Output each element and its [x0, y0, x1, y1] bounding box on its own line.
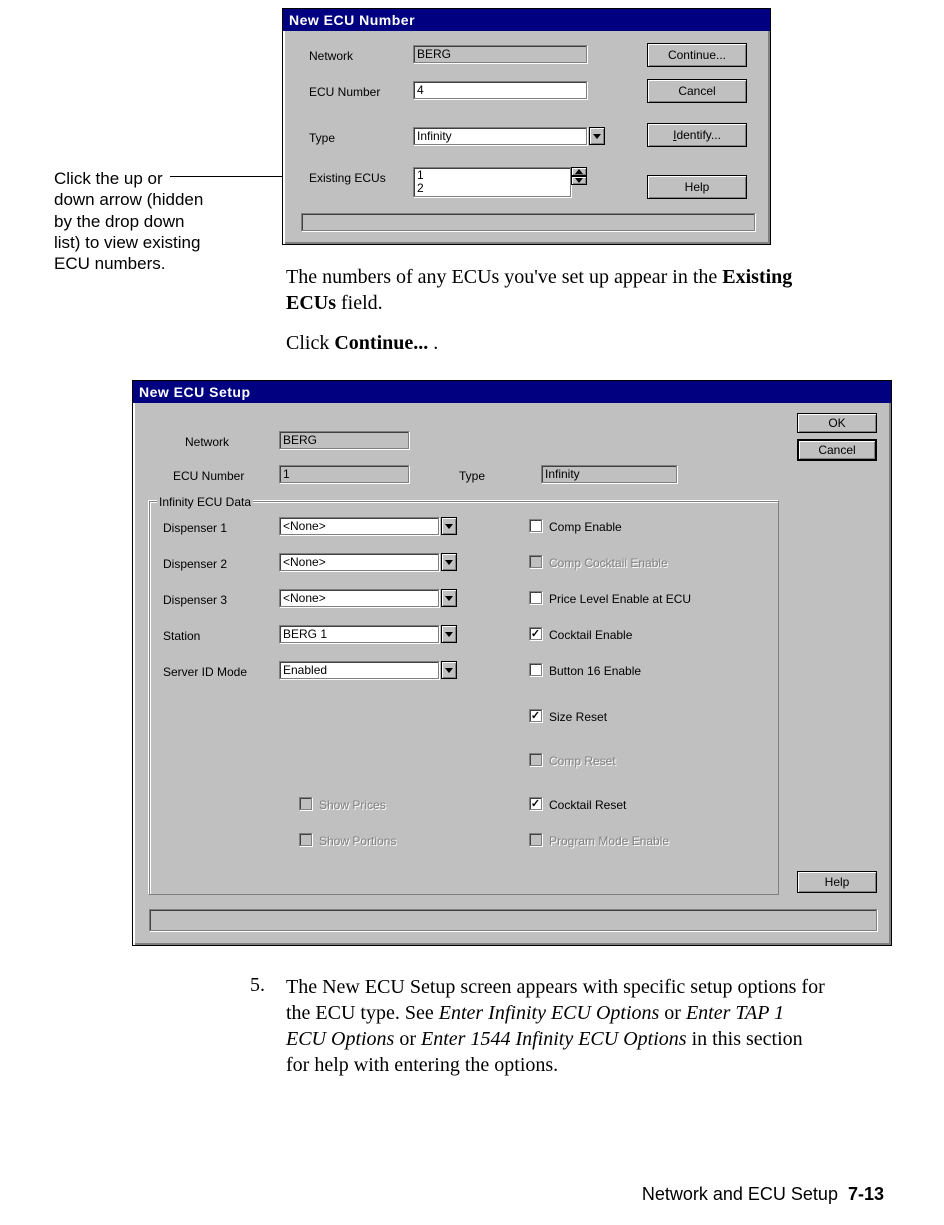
dispenser1-label: Dispenser 1 — [163, 521, 227, 535]
price-level-enable-checkbox[interactable] — [529, 591, 542, 604]
chevron-down-icon — [445, 668, 453, 673]
status-bar — [301, 213, 755, 231]
text: or — [659, 1002, 686, 1024]
ok-button[interactable]: OK — [797, 413, 877, 433]
network-label: Network — [185, 435, 229, 449]
text: The numbers of any ECUs you've set up ap… — [286, 266, 722, 288]
cancel-button[interactable]: Cancel — [797, 439, 877, 461]
show-prices-label: Show Prices — [319, 798, 386, 812]
type-label: Type — [459, 469, 485, 483]
price-level-enable-label: Price Level Enable at ECU — [549, 592, 691, 606]
comp-reset-label: Comp Reset — [549, 754, 616, 768]
group-label: Infinity ECU Data — [157, 495, 253, 509]
new-ecu-number-dialog: New ECU Number Network BERG ECU Number 4… — [282, 8, 771, 245]
body-paragraph: Click Continue... . — [286, 330, 806, 356]
type-label: Type — [309, 131, 335, 145]
cocktail-reset-checkbox[interactable]: ✓ — [529, 797, 542, 810]
body-paragraph: The numbers of any ECUs you've set up ap… — [286, 264, 806, 316]
show-prices-checkbox — [299, 797, 312, 810]
comp-enable-checkbox[interactable] — [529, 519, 542, 532]
cocktail-enable-checkbox[interactable]: ✓ — [529, 627, 542, 640]
chevron-down-icon — [445, 596, 453, 601]
new-ecu-setup-dialog: New ECU Setup Network BERG ECU Number 1 … — [132, 380, 892, 946]
existing-ecus-label: Existing ECUs — [309, 171, 386, 185]
step5-paragraph: The New ECU Setup screen appears with sp… — [286, 974, 826, 1078]
type-select[interactable]: Infinity — [413, 127, 587, 145]
bold-text: Continue... — [334, 332, 428, 354]
italic-text: Enter 1544 Infinity ECU Options — [421, 1028, 687, 1050]
text: or — [394, 1028, 421, 1050]
help-button[interactable]: Help — [797, 871, 877, 893]
ecu-number-display: 1 — [279, 465, 409, 483]
program-mode-enable-checkbox — [529, 833, 542, 846]
dispenser1-dropdown-button[interactable] — [441, 517, 457, 535]
existing-ecus-list[interactable]: 1 2 — [413, 167, 571, 197]
chevron-down-icon — [445, 632, 453, 637]
station-select[interactable]: BERG 1 — [279, 625, 439, 643]
show-portions-checkbox — [299, 833, 312, 846]
ecu-number-label: ECU Number — [309, 85, 380, 99]
existing-ecus-down-button[interactable] — [571, 176, 587, 185]
server-id-mode-dropdown-button[interactable] — [441, 661, 457, 679]
comp-reset-checkbox — [529, 753, 542, 766]
size-reset-checkbox[interactable]: ✓ — [529, 709, 542, 722]
existing-ecu-item: 2 — [417, 182, 567, 195]
program-mode-enable-label: Program Mode Enable — [549, 834, 669, 848]
italic-text: Enter Infinity ECU Options — [439, 1002, 660, 1024]
dispenser1-select[interactable]: <None> — [279, 517, 439, 535]
network-label: Network — [309, 49, 353, 63]
existing-ecus-up-button[interactable] — [571, 167, 587, 176]
help-button[interactable]: Help — [647, 175, 747, 199]
identify-label-rest: dentify... — [676, 128, 720, 142]
show-portions-label: Show Portions — [319, 834, 396, 848]
ecu-number-label: ECU Number — [173, 469, 244, 483]
station-label: Station — [163, 629, 200, 643]
server-id-mode-select[interactable]: Enabled — [279, 661, 439, 679]
step-number: 5. — [250, 974, 265, 997]
button16-enable-checkbox[interactable] — [529, 663, 542, 676]
infinity-ecu-data-group — [149, 501, 779, 895]
continue-button[interactable]: Continue... — [647, 43, 747, 67]
dialog-title: New ECU Number — [283, 9, 770, 31]
page-footer: Network and ECU Setup 7-13 — [642, 1184, 884, 1205]
server-id-mode-label: Server ID Mode — [163, 665, 247, 679]
network-display: BERG — [279, 431, 409, 449]
chevron-down-icon — [445, 524, 453, 529]
type-display: Infinity — [541, 465, 677, 483]
dispenser2-select[interactable]: <None> — [279, 553, 439, 571]
chevron-down-icon — [575, 178, 583, 183]
text: field. — [336, 292, 383, 314]
dispenser2-dropdown-button[interactable] — [441, 553, 457, 571]
existing-ecu-item: 1 — [417, 169, 567, 182]
document-page: Click the up or down arrow (hidden by th… — [0, 0, 944, 1225]
dispenser3-dropdown-button[interactable] — [441, 589, 457, 607]
footer-title: Network and ECU Setup — [642, 1184, 838, 1204]
identify-button[interactable]: Identify... — [647, 123, 747, 147]
dispenser3-select[interactable]: <None> — [279, 589, 439, 607]
comp-enable-label: Comp Enable — [549, 520, 622, 534]
text: Click — [286, 332, 334, 354]
margin-annotation: Click the up or down arrow (hidden by th… — [54, 168, 204, 274]
comp-cocktail-enable-checkbox — [529, 555, 542, 568]
page-number: 7-13 — [848, 1184, 884, 1204]
chevron-down-icon — [445, 560, 453, 565]
dispenser2-label: Dispenser 2 — [163, 557, 227, 571]
size-reset-label: Size Reset — [549, 710, 607, 724]
dispenser3-label: Dispenser 3 — [163, 593, 227, 607]
button16-enable-label: Button 16 Enable — [549, 664, 641, 678]
dialog-title: New ECU Setup — [133, 381, 891, 403]
chevron-down-icon — [593, 134, 601, 139]
comp-cocktail-enable-label: Comp Cocktail Enable — [549, 556, 668, 570]
ecu-number-input[interactable]: 4 — [413, 81, 587, 99]
cocktail-reset-label: Cocktail Reset — [549, 798, 626, 812]
text: . — [428, 332, 438, 354]
network-display: BERG — [413, 45, 587, 63]
cancel-button[interactable]: Cancel — [647, 79, 747, 103]
cocktail-enable-label: Cocktail Enable — [549, 628, 632, 642]
station-dropdown-button[interactable] — [441, 625, 457, 643]
chevron-up-icon — [575, 169, 583, 174]
type-dropdown-button[interactable] — [589, 127, 605, 145]
status-bar — [149, 909, 877, 931]
